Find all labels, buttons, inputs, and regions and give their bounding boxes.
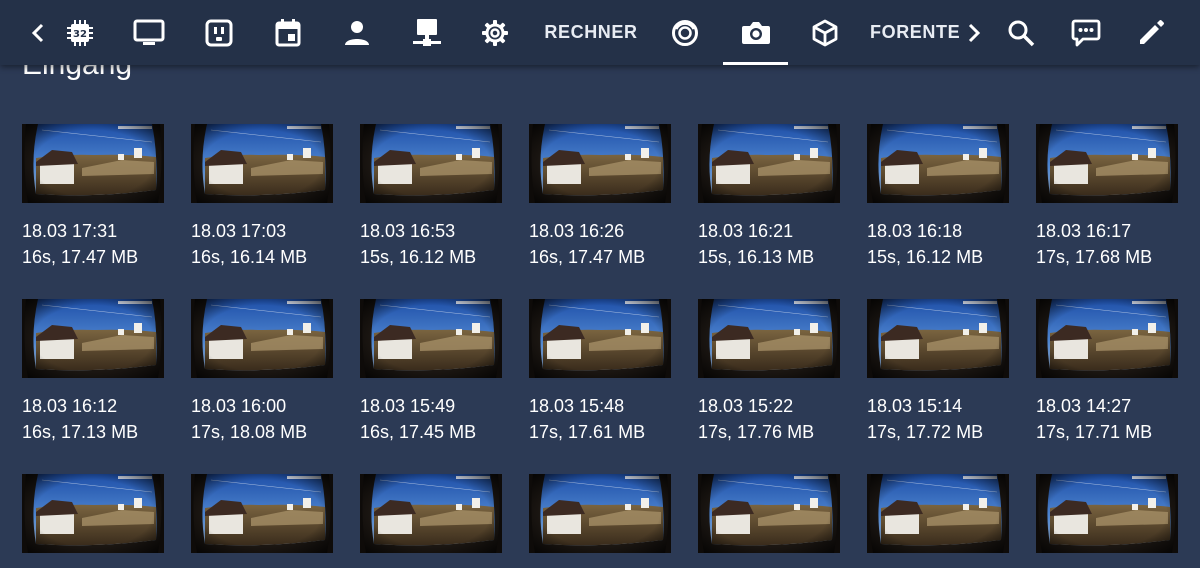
recording-caption: 18.03 16:00 17s, 18.08 MB <box>191 393 333 445</box>
camera-icon[interactable] <box>738 0 774 65</box>
recording-caption: 18.03 16:12 16s, 17.13 MB <box>22 393 164 445</box>
person-icon[interactable] <box>342 0 372 65</box>
recording-time: 18.03 15:48 <box>529 396 625 416</box>
recording-thumbnail <box>529 474 671 553</box>
recording-info: 17s, 17.68 MB <box>1036 247 1153 267</box>
recording-info: 17s, 17.72 MB <box>867 422 984 442</box>
recording-info: 16s, 17.47 MB <box>22 247 139 267</box>
recording-tile[interactable]: 18.03 16:12 16s, 17.13 MB <box>22 299 164 445</box>
recording-thumbnail <box>529 299 671 378</box>
recording-time: 18.03 17:03 <box>191 221 287 241</box>
recording-tile[interactable]: 18.03 16:53 15s, 16.12 MB <box>360 124 502 270</box>
svg-text:32: 32 <box>73 29 87 40</box>
recording-time: 18.03 16:26 <box>529 221 625 241</box>
recording-info: 17s, 18.08 MB <box>191 422 308 442</box>
recording-thumbnail <box>867 299 1009 378</box>
recording-thumbnail <box>529 124 671 203</box>
assist-chat-icon[interactable] <box>1068 0 1104 65</box>
forward-chevron-icon[interactable] <box>962 0 986 65</box>
network-computer-icon[interactable] <box>410 0 444 65</box>
recording-caption: 18.03 17:03 16s, 16.14 MB <box>191 218 333 270</box>
recording-caption: 18.03 16:53 15s, 16.12 MB <box>360 218 502 270</box>
recording-tile[interactable]: 18.03 16:21 15s, 16.13 MB <box>698 124 840 270</box>
recording-info: 16s, 17.45 MB <box>360 422 477 442</box>
recording-time: 18.03 14:27 <box>1036 396 1132 416</box>
recording-tile[interactable]: 18.03 17:31 16s, 17.47 MB <box>22 124 164 270</box>
recording-thumbnail <box>867 124 1009 203</box>
recording-caption: 18.03 15:14 17s, 17.72 MB <box>867 393 1009 445</box>
recording-info: 17s, 17.61 MB <box>529 422 646 442</box>
recording-time: 18.03 16:18 <box>867 221 963 241</box>
recording-thumbnail <box>698 124 840 203</box>
recording-tile[interactable]: 18.03 16:18 15s, 16.12 MB <box>867 124 1009 270</box>
recording-tile[interactable]: 18.03 15:22 17s, 17.76 MB <box>698 299 840 445</box>
edit-pencil-icon[interactable] <box>1134 0 1168 65</box>
recording-caption: 18.03 14:27 17s, 17.71 MB <box>1036 393 1178 445</box>
recording-thumbnail <box>1036 299 1178 378</box>
settings-gear-icon[interactable] <box>478 0 512 65</box>
recording-time: 18.03 17:31 <box>22 221 118 241</box>
recording-info: 16s, 17.47 MB <box>529 247 646 267</box>
recording-tile[interactable]: 18.03 15:14 17s, 17.72 MB <box>867 299 1009 445</box>
recording-caption: 18.03 17:31 16s, 17.47 MB <box>22 218 164 270</box>
recording-info: 16s, 16.14 MB <box>191 247 308 267</box>
recording-thumbnail <box>22 474 164 553</box>
recording-tile[interactable]: 18.03 16:26 16s, 17.47 MB <box>529 124 671 270</box>
cpu-chip-icon[interactable]: 32 <box>64 0 96 65</box>
recording-thumbnail <box>360 474 502 553</box>
tab-forente-label: FORENTE <box>870 22 961 42</box>
recording-caption: 18.03 16:21 15s, 16.13 MB <box>698 218 840 270</box>
tab-rechner-label: RECHNER <box>544 22 638 42</box>
recording-caption: 18.03 15:49 16s, 17.45 MB <box>360 393 502 445</box>
recording-time: 18.03 15:49 <box>360 396 456 416</box>
recording-caption: 18.03 16:17 17s, 17.68 MB <box>1036 218 1178 270</box>
recording-tile[interactable]: 18.03 16:17 17s, 17.68 MB <box>1036 124 1178 270</box>
cube-icon[interactable] <box>808 0 842 65</box>
tab-rechner[interactable]: RECHNER <box>540 0 642 65</box>
recording-time: 18.03 16:53 <box>360 221 456 241</box>
recording-thumbnail <box>191 124 333 203</box>
power-socket-icon[interactable] <box>202 0 236 65</box>
recording-thumbnail <box>191 474 333 553</box>
recording-time: 18.03 16:00 <box>191 396 287 416</box>
recording-time: 18.03 16:12 <box>22 396 118 416</box>
recording-time: 18.03 15:14 <box>867 396 963 416</box>
recording-info: 16s, 17.13 MB <box>22 422 139 442</box>
recording-tile[interactable]: 18.03 15:48 17s, 17.61 MB <box>529 299 671 445</box>
top-app-bar: 32 RECHNER FORENTE <box>0 0 1200 65</box>
recording-thumbnail <box>698 299 840 378</box>
tab-forente[interactable]: FORENTE <box>870 0 964 65</box>
recording-tile[interactable]: 18.03 15:49 16s, 17.45 MB <box>360 299 502 445</box>
recording-info: 17s, 17.76 MB <box>698 422 815 442</box>
recording-tile[interactable]: 18.03 14:27 17s, 17.71 MB <box>1036 299 1178 445</box>
recording-info: 17s, 17.71 MB <box>1036 422 1153 442</box>
recording-thumbnail <box>698 474 840 553</box>
recording-thumbnail <box>191 299 333 378</box>
recording-thumbnail <box>360 299 502 378</box>
recording-info: 15s, 16.12 MB <box>360 247 477 267</box>
recording-caption: 18.03 16:26 16s, 17.47 MB <box>529 218 671 270</box>
calendar-icon[interactable] <box>272 0 304 65</box>
recording-tile[interactable]: 18.03 17:03 16s, 16.14 MB <box>191 124 333 270</box>
recording-time: 18.03 15:22 <box>698 396 794 416</box>
recording-time: 18.03 16:17 <box>1036 221 1132 241</box>
recording-tile[interactable]: 18.03 16:00 17s, 18.08 MB <box>191 299 333 445</box>
recording-info: 15s, 16.12 MB <box>867 247 984 267</box>
recording-info: 15s, 16.13 MB <box>698 247 815 267</box>
recording-caption: 18.03 15:48 17s, 17.61 MB <box>529 393 671 445</box>
recording-caption: 18.03 15:22 17s, 17.76 MB <box>698 393 840 445</box>
recording-time: 18.03 16:21 <box>698 221 794 241</box>
recording-thumbnail <box>22 299 164 378</box>
recording-thumbnail <box>867 474 1009 553</box>
recording-thumbnail <box>22 124 164 203</box>
active-tab-indicator <box>723 62 788 65</box>
back-chevron-icon[interactable] <box>24 0 52 65</box>
search-icon[interactable] <box>1004 0 1038 65</box>
recording-thumbnail <box>1036 124 1178 203</box>
recording-caption: 18.03 16:18 15s, 16.12 MB <box>867 218 1009 270</box>
recording-thumbnail <box>1036 474 1178 553</box>
robot-vacuum-icon[interactable] <box>668 0 702 65</box>
recording-thumbnail <box>360 124 502 203</box>
monitor-icon[interactable] <box>130 0 168 65</box>
